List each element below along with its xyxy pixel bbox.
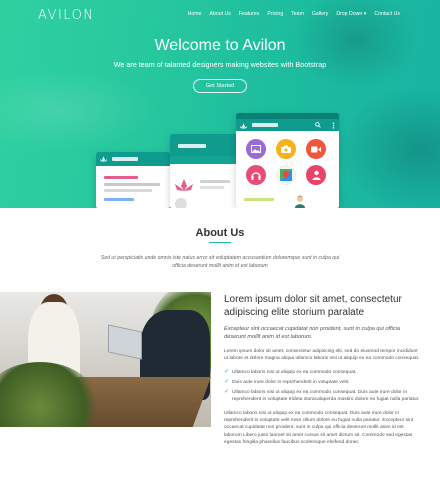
more-vert-icon[interactable] xyxy=(332,122,335,129)
camera-icon[interactable] xyxy=(276,139,296,159)
phone-mockup-middle xyxy=(170,134,238,208)
image-icon[interactable] xyxy=(246,139,266,159)
checklist-item-text: Ullamco laboris nisi ut aliquip ex ea co… xyxy=(232,390,420,403)
video-icon[interactable] xyxy=(306,139,326,159)
content-line xyxy=(104,198,134,201)
hero-subtitle: We are team of talanted designers making… xyxy=(113,60,327,69)
phone-mockup-left xyxy=(96,152,170,208)
nav-pricing[interactable]: Pricing xyxy=(267,11,283,17)
contacts-icon[interactable] xyxy=(306,165,326,185)
nav-dropdown[interactable]: Drop Down ▾ xyxy=(336,11,366,17)
checklist-item-text: Duis aute irure dolor in reprehenderit i… xyxy=(232,379,350,385)
nav-contact[interactable]: Contact Us xyxy=(374,11,400,17)
maps-icon[interactable] xyxy=(276,165,296,185)
search-icon[interactable] xyxy=(315,122,321,128)
about-description: Sed ut perspiciatis unde omnis iste natu… xyxy=(100,255,340,269)
about-title: About Us xyxy=(195,227,245,239)
photo-foliage xyxy=(0,362,100,427)
feature-checklist: ✓ Ullamco laboris nisi ut aliquip ex ea c… xyxy=(224,369,420,404)
content-line xyxy=(104,189,152,192)
phone-subbar xyxy=(170,156,238,164)
brand-logo[interactable]: AVILON xyxy=(38,8,95,23)
lotus-icon xyxy=(240,123,247,129)
feature-lead: Excepteur sint occaecat cupidatat non pr… xyxy=(224,326,401,340)
avatar xyxy=(175,198,187,208)
phone-appbar xyxy=(236,119,339,131)
main-nav: Home About Us Features Pricing Team Gall… xyxy=(188,11,400,17)
hero-section: AVILON Home About Us Features Pricing Te… xyxy=(0,0,440,208)
content-line xyxy=(200,186,224,189)
appbar-title-placeholder xyxy=(252,123,278,127)
app-icon-grid xyxy=(246,139,326,185)
checklist-item-text: Ullamco laboris nisi ut aliquip ex ea co… xyxy=(232,369,357,375)
feature-content: Lorem ipsum dolor sit amet, consectetur … xyxy=(224,293,420,446)
headphones-icon[interactable] xyxy=(246,165,266,185)
appbar-title-placeholder xyxy=(178,144,206,148)
feature-heading: Lorem ipsum dolor sit amet, consectetur … xyxy=(224,294,402,318)
appbar-title-placeholder xyxy=(112,157,138,161)
content-line xyxy=(200,180,230,183)
content-line xyxy=(104,176,138,179)
hero-title: Welcome to Avilon xyxy=(154,37,286,54)
content-line xyxy=(104,183,160,186)
about-divider xyxy=(209,242,231,243)
get-started-button[interactable]: Get Started xyxy=(193,79,247,93)
feature-paragraph: Lorem ipsum dolor sit amet, consectetur … xyxy=(224,349,420,362)
nav-features[interactable]: Features xyxy=(239,11,259,17)
nav-team[interactable]: Team xyxy=(291,11,304,17)
content-line xyxy=(244,198,274,201)
feature-photo xyxy=(0,292,211,427)
phone-appbar xyxy=(96,152,170,166)
check-icon: ✓ xyxy=(224,368,230,375)
navbar: AVILON Home About Us Features Pricing Te… xyxy=(0,0,440,30)
photo-laptop xyxy=(108,324,142,360)
phone-appbar xyxy=(170,134,238,156)
nav-about[interactable]: About Us xyxy=(210,11,231,17)
feature-paragraph: Ullamco laboris nisi ut aliquip ex ea co… xyxy=(224,410,414,445)
check-icon: ✓ xyxy=(224,389,230,396)
phone-mockup-right xyxy=(236,113,339,208)
avatar xyxy=(294,195,306,208)
lotus-icon xyxy=(175,179,193,191)
lotus-icon xyxy=(100,156,107,162)
checklist-item: ✓ Ullamco laboris nisi ut aliquip ex ea c… xyxy=(224,389,420,404)
nav-gallery[interactable]: Gallery xyxy=(312,11,328,17)
checklist-item: ✓ Duis aute irure dolor in reprehenderit … xyxy=(224,379,420,386)
checklist-item: ✓ Ullamco laboris nisi ut aliquip ex ea c… xyxy=(224,369,420,376)
check-icon: ✓ xyxy=(224,378,230,385)
nav-home[interactable]: Home xyxy=(188,11,202,17)
